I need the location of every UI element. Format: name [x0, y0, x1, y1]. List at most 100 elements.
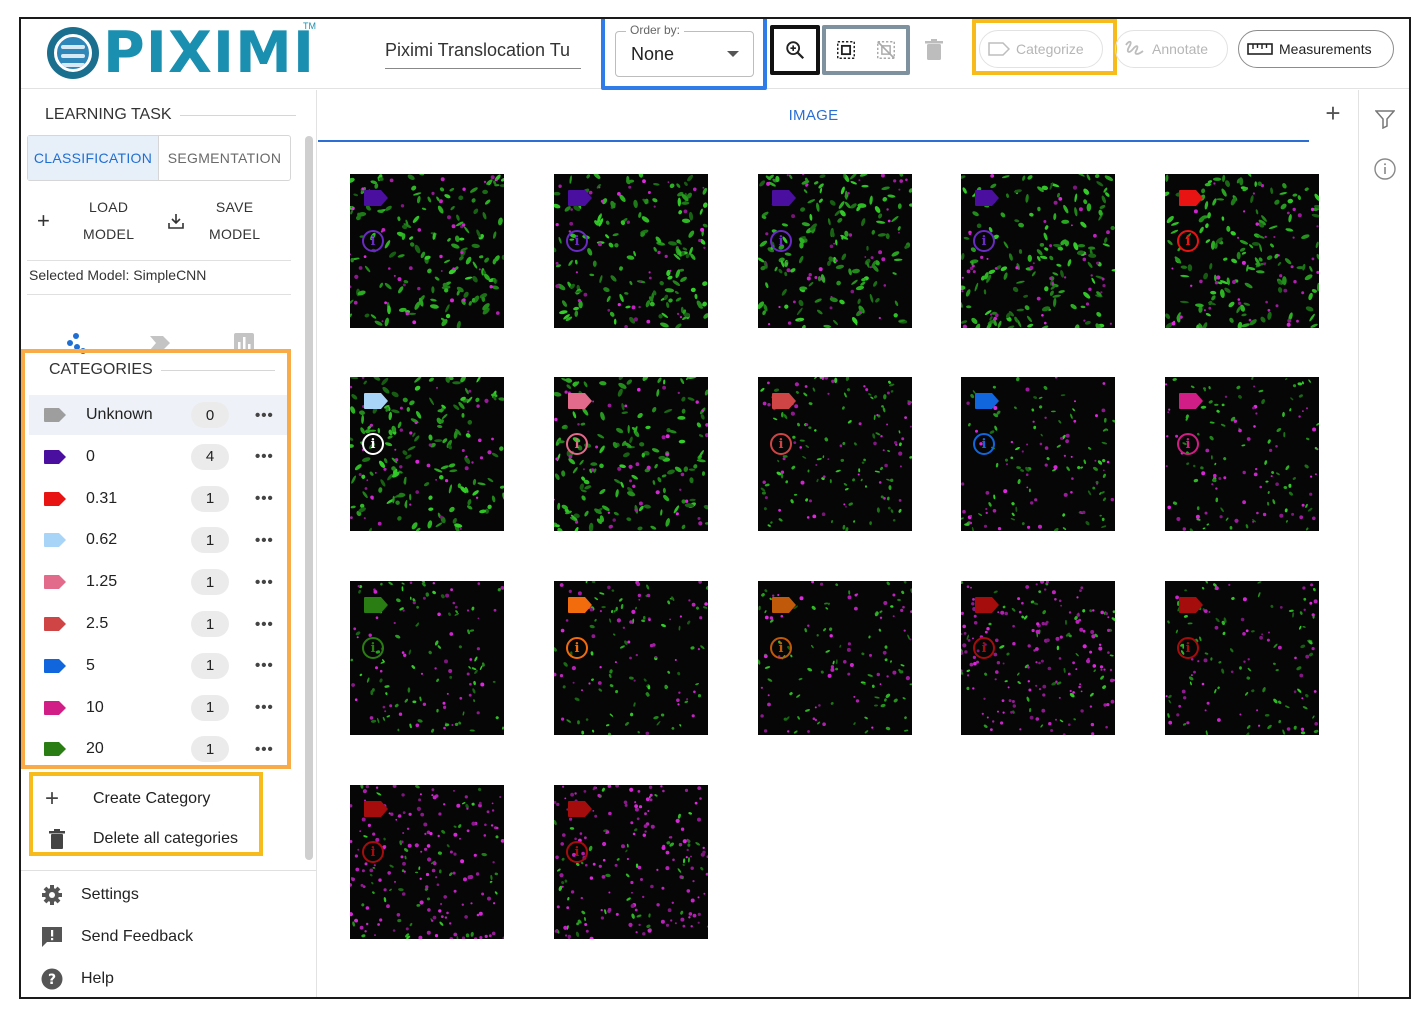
- more-options-icon[interactable]: •••: [255, 657, 274, 674]
- image-tile[interactable]: i: [350, 377, 504, 531]
- categories-highlight: CATEGORIES Unknown 0 ••• 0 4 ••• 0.31 1 ••• 0.62 1…: [21, 349, 291, 769]
- category-item[interactable]: 0 4 •••: [29, 437, 287, 477]
- annotate-label: Annotate: [1152, 41, 1209, 57]
- info-button[interactable]: [1372, 156, 1398, 182]
- settings-button[interactable]: Settings: [41, 882, 281, 908]
- info-icon[interactable]: i: [1177, 433, 1199, 455]
- settings-label: Settings: [81, 886, 139, 903]
- ruler-icon: [1247, 43, 1273, 55]
- info-icon[interactable]: i: [566, 637, 588, 659]
- help-icon: ?: [41, 968, 63, 990]
- add-tab-plus-icon[interactable]: +: [1321, 100, 1345, 126]
- learning-task-title: LEARNING TASK: [45, 106, 172, 123]
- category-item[interactable]: 0.62 1 •••: [29, 520, 287, 560]
- send-feedback-button[interactable]: Send Feedback: [41, 924, 281, 950]
- category-name: 5: [86, 656, 95, 674]
- more-options-icon[interactable]: •••: [255, 574, 274, 591]
- piximi-logo: PIXIMI: [47, 25, 315, 82]
- category-item[interactable]: Unknown 0 •••: [29, 395, 287, 435]
- info-icon[interactable]: i: [362, 230, 384, 252]
- info-icon[interactable]: i: [1177, 637, 1199, 659]
- image-tile[interactable]: i: [350, 174, 504, 328]
- image-tile[interactable]: i: [758, 174, 912, 328]
- image-tile[interactable]: i: [961, 581, 1115, 735]
- select-all-button[interactable]: [827, 29, 865, 71]
- more-options-icon[interactable]: •••: [255, 699, 274, 716]
- delete-images-button[interactable]: [919, 33, 949, 67]
- image-tile[interactable]: i: [1165, 581, 1319, 735]
- create-category-button[interactable]: + Create Category: [45, 786, 265, 812]
- image-tile[interactable]: i: [554, 377, 708, 531]
- tab-classification[interactable]: CLASSIFICATION: [28, 136, 159, 180]
- category-item[interactable]: 0.31 1 •••: [29, 479, 287, 519]
- info-icon[interactable]: i: [566, 230, 588, 252]
- image-tile[interactable]: i: [758, 377, 912, 531]
- load-model-label-1: LOAD: [88, 199, 129, 215]
- category-name: 1.25: [86, 573, 118, 591]
- order-by-select[interactable]: Order by: None: [615, 23, 754, 77]
- category-name: 0.62: [86, 531, 118, 549]
- info-icon[interactable]: i: [770, 433, 792, 455]
- info-icon[interactable]: i: [566, 841, 588, 863]
- info-icon[interactable]: i: [362, 433, 384, 455]
- category-label-icon: [44, 658, 66, 673]
- save-model-button[interactable]: SAVE MODEL: [167, 193, 277, 249]
- category-label-icon: [364, 190, 388, 206]
- deselect-all-button[interactable]: [867, 29, 905, 71]
- info-icon[interactable]: i: [1177, 230, 1199, 252]
- help-button[interactable]: ? Help: [41, 966, 281, 992]
- tab-segmentation[interactable]: SEGMENTATION: [159, 136, 290, 180]
- annotate-button[interactable]: Annotate: [1115, 30, 1228, 68]
- more-options-icon[interactable]: •••: [255, 448, 274, 465]
- categories-heading: CATEGORIES: [49, 361, 275, 379]
- image-tile[interactable]: i: [1165, 377, 1319, 531]
- image-tile[interactable]: i: [554, 174, 708, 328]
- info-icon[interactable]: i: [770, 230, 792, 252]
- category-item[interactable]: 20 1 •••: [29, 729, 287, 769]
- category-item[interactable]: 5 1 •••: [29, 646, 287, 686]
- measurements-label: Measurements: [1279, 41, 1372, 57]
- more-options-icon[interactable]: •••: [255, 532, 274, 549]
- more-options-icon[interactable]: •••: [255, 616, 274, 633]
- sidebar-scrollbar[interactable]: [305, 136, 313, 860]
- more-options-icon[interactable]: •••: [255, 407, 274, 424]
- project-name-input[interactable]: Piximi Translocation Tu: [385, 37, 581, 69]
- zoom-button[interactable]: [774, 29, 816, 71]
- image-tile[interactable]: i: [350, 785, 504, 939]
- delete-all-categories-button[interactable]: Delete all categories: [45, 826, 265, 852]
- category-item[interactable]: 10 1 •••: [29, 688, 287, 728]
- category-label-icon: [44, 575, 66, 590]
- info-icon[interactable]: i: [362, 637, 384, 659]
- categorize-button[interactable]: Categorize: [979, 30, 1103, 68]
- more-options-icon[interactable]: •••: [255, 741, 274, 758]
- info-icon[interactable]: i: [973, 433, 995, 455]
- image-tile[interactable]: i: [961, 174, 1115, 328]
- image-tile[interactable]: i: [758, 581, 912, 735]
- zoom-in-icon: [786, 41, 805, 60]
- info-icon[interactable]: i: [362, 841, 384, 863]
- image-tile[interactable]: i: [554, 581, 708, 735]
- more-options-icon[interactable]: •••: [255, 490, 274, 507]
- category-item[interactable]: 1.25 1 •••: [29, 562, 287, 602]
- image-tab-bar: IMAGE +: [318, 90, 1358, 142]
- filter-button[interactable]: [1372, 106, 1398, 132]
- info-icon[interactable]: i: [973, 637, 995, 659]
- divider: [21, 870, 317, 871]
- category-item[interactable]: 2.5 1 •••: [29, 604, 287, 644]
- image-tile[interactable]: i: [1165, 174, 1319, 328]
- tab-image[interactable]: IMAGE: [318, 90, 1309, 142]
- category-label-icon: [44, 700, 66, 715]
- category-name: 0.31: [86, 489, 118, 507]
- info-icon[interactable]: i: [973, 230, 995, 252]
- image-tile[interactable]: i: [554, 785, 708, 939]
- load-model-button[interactable]: + LOAD MODEL: [37, 193, 147, 249]
- create-category-label: Create Category: [93, 790, 211, 807]
- image-tile[interactable]: i: [961, 377, 1115, 531]
- measurements-button[interactable]: Measurements: [1238, 30, 1394, 68]
- info-icon[interactable]: i: [566, 433, 588, 455]
- info-icon[interactable]: i: [770, 637, 792, 659]
- image-tile[interactable]: i: [350, 581, 504, 735]
- svg-text:?: ?: [48, 972, 56, 988]
- category-name: 0: [86, 447, 95, 465]
- category-label-icon: [364, 801, 388, 817]
